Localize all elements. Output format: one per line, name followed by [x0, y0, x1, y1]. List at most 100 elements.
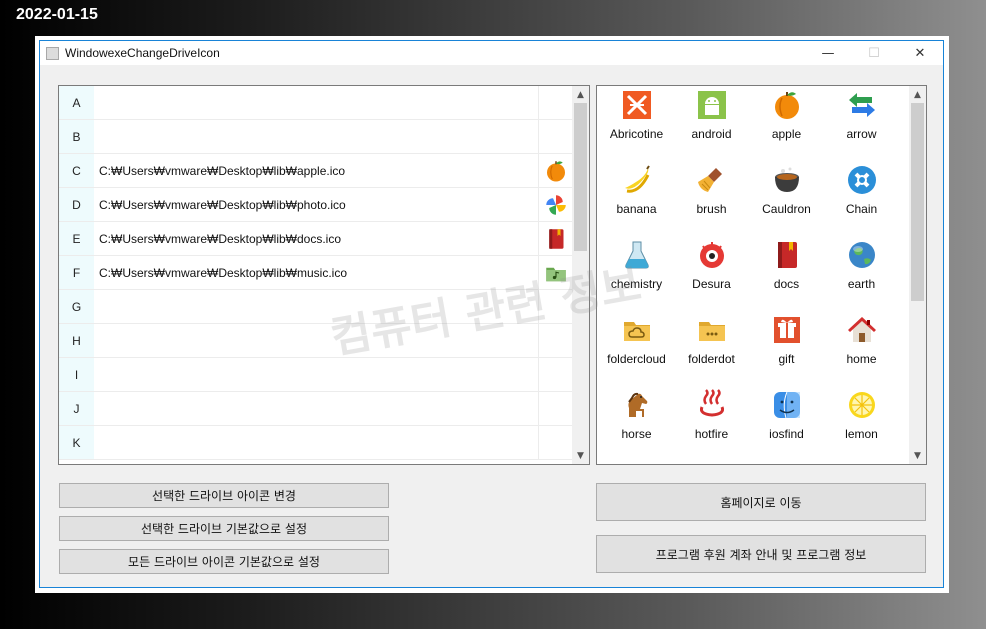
icon-tile-desura[interactable]: Desura	[674, 236, 749, 311]
drive-list: A B C C:₩Users₩vmware₩Desktop₩lib₩apple.ico…	[59, 86, 573, 460]
icon-label: lemon	[845, 427, 878, 441]
gift-icon	[771, 314, 803, 350]
icon-label: docs	[773, 277, 800, 291]
docs-icon	[771, 239, 803, 275]
drive-letter: E	[59, 222, 94, 255]
date-stamp: 2022-01-15	[16, 6, 98, 23]
window-frame: WindowexeChangeDriveIcon — ☐ ✕ A B C C:₩Use…	[39, 40, 944, 588]
drive-icon-path: C:₩Users₩vmware₩Desktop₩lib₩docs.ico	[94, 222, 539, 255]
reset-all-drives-button[interactable]: 모든 드라이브 아이콘 기본값으로 설정	[59, 549, 389, 574]
icon-library-scrollbar[interactable]: ▲ ▼	[909, 86, 926, 464]
drive-row[interactable]: G	[59, 290, 573, 324]
drive-row[interactable]: H	[59, 324, 573, 358]
scroll-thumb[interactable]	[911, 103, 924, 301]
icon-label: hotfire	[694, 427, 729, 441]
change-drive-icon-button[interactable]: 선택한 드라이브 아이콘 변경	[59, 483, 389, 508]
icon-label: android	[691, 127, 732, 141]
icon-label: foldercloud	[607, 352, 666, 366]
maximize-button[interactable]: ☐	[851, 41, 897, 65]
icon-tile-chemistry[interactable]: chemistry	[599, 236, 674, 311]
iosfind-icon	[771, 389, 803, 425]
drive-letter: H	[59, 324, 94, 357]
title-bar[interactable]: WindowexeChangeDriveIcon — ☐ ✕	[40, 41, 943, 65]
icon-tile-apple[interactable]: apple	[749, 86, 824, 161]
icon-library-panel[interactable]: Abricotine android apple arrow banana brush Ca…	[596, 85, 927, 465]
android-icon	[696, 89, 728, 125]
drive-row[interactable]: K	[59, 426, 573, 460]
folderdot-icon	[696, 314, 728, 350]
drive-icon-empty	[539, 290, 573, 323]
icon-label: gift	[778, 352, 795, 366]
drive-icon-path	[94, 120, 539, 153]
icon-label: Desura	[692, 277, 731, 291]
docs-icon	[539, 222, 573, 255]
earth-icon	[846, 239, 878, 275]
icon-tile-gift[interactable]: gift	[749, 311, 824, 386]
hotfire-icon	[696, 389, 728, 425]
close-button[interactable]: ✕	[897, 41, 943, 65]
music-icon	[539, 256, 573, 289]
window-title: WindowexeChangeDriveIcon	[65, 46, 220, 60]
banana-icon	[621, 164, 653, 200]
icon-tile-abricotine[interactable]: Abricotine	[599, 86, 674, 161]
icon-label: brush	[696, 202, 727, 216]
scroll-up-arrow-icon[interactable]: ▲	[572, 86, 589, 103]
drive-icon-path	[94, 324, 539, 357]
apple-icon	[771, 89, 803, 125]
drive-icon-empty	[539, 324, 573, 357]
icon-label: Chain	[845, 202, 878, 216]
icon-tile-iosfind[interactable]: iosfind	[749, 386, 824, 461]
scroll-up-arrow-icon[interactable]: ▲	[909, 86, 926, 103]
drive-row[interactable]: B	[59, 120, 573, 154]
icon-label: horse	[621, 427, 652, 441]
icon-tile-cauldron[interactable]: Cauldron	[749, 161, 824, 236]
photo-icon	[539, 188, 573, 221]
icon-tile-folderdot[interactable]: folderdot	[674, 311, 749, 386]
drive-row[interactable]: C C:₩Users₩vmware₩Desktop₩lib₩apple.ico	[59, 154, 573, 188]
drive-list-scrollbar[interactable]: ▲ ▼	[572, 86, 589, 464]
app-window: WindowexeChangeDriveIcon — ☐ ✕ A B C C:₩Use…	[35, 36, 949, 593]
scroll-thumb[interactable]	[574, 103, 587, 251]
drive-icon-empty	[539, 120, 573, 153]
icon-tile-chain[interactable]: Chain	[824, 161, 899, 236]
icon-tile-banana[interactable]: banana	[599, 161, 674, 236]
cauldron-icon	[771, 164, 803, 200]
drive-letter: B	[59, 120, 94, 153]
drive-row[interactable]: J	[59, 392, 573, 426]
drive-row[interactable]: F C:₩Users₩vmware₩Desktop₩lib₩music.ico	[59, 256, 573, 290]
reset-selected-drive-button[interactable]: 선택한 드라이브 기본값으로 설정	[59, 516, 389, 541]
drive-letter: J	[59, 392, 94, 425]
icon-label: chemistry	[610, 277, 663, 291]
icon-label: Cauldron	[762, 202, 811, 216]
drive-icon-empty	[539, 358, 573, 391]
drive-letter: K	[59, 426, 94, 459]
icon-tile-foldercloud[interactable]: foldercloud	[599, 311, 674, 386]
icon-tile-arrow[interactable]: arrow	[824, 86, 899, 161]
drive-row[interactable]: D C:₩Users₩vmware₩Desktop₩lib₩photo.ico	[59, 188, 573, 222]
drive-icon-path: C:₩Users₩vmware₩Desktop₩lib₩apple.ico	[94, 154, 539, 187]
minimize-button[interactable]: —	[805, 41, 851, 65]
scroll-down-arrow-icon[interactable]: ▼	[572, 447, 589, 464]
drive-icon-empty	[539, 392, 573, 425]
icon-tile-hotfire[interactable]: hotfire	[674, 386, 749, 461]
drive-row[interactable]: A	[59, 86, 573, 120]
drive-list-panel[interactable]: A B C C:₩Users₩vmware₩Desktop₩lib₩apple.ico…	[58, 85, 590, 465]
scroll-down-arrow-icon[interactable]: ▼	[909, 447, 926, 464]
homepage-button[interactable]: 홈페이지로 이동	[596, 483, 926, 521]
icon-tile-earth[interactable]: earth	[824, 236, 899, 311]
icon-label: arrow	[846, 127, 877, 141]
drive-row[interactable]: E C:₩Users₩vmware₩Desktop₩lib₩docs.ico	[59, 222, 573, 256]
icon-tile-android[interactable]: android	[674, 86, 749, 161]
icon-tile-home[interactable]: home	[824, 311, 899, 386]
drive-letter: G	[59, 290, 94, 323]
icon-tile-lemon[interactable]: lemon	[824, 386, 899, 461]
drive-icon-path	[94, 358, 539, 391]
drive-row[interactable]: I	[59, 358, 573, 392]
icon-tile-docs[interactable]: docs	[749, 236, 824, 311]
donate-info-button[interactable]: 프로그램 후원 계좌 안내 및 프로그램 정보	[596, 535, 926, 573]
icon-tile-horse[interactable]: horse	[599, 386, 674, 461]
icon-label: home	[846, 352, 877, 366]
icon-tile-brush[interactable]: brush	[674, 161, 749, 236]
app-icon	[46, 46, 59, 60]
drive-icon-path	[94, 426, 539, 459]
